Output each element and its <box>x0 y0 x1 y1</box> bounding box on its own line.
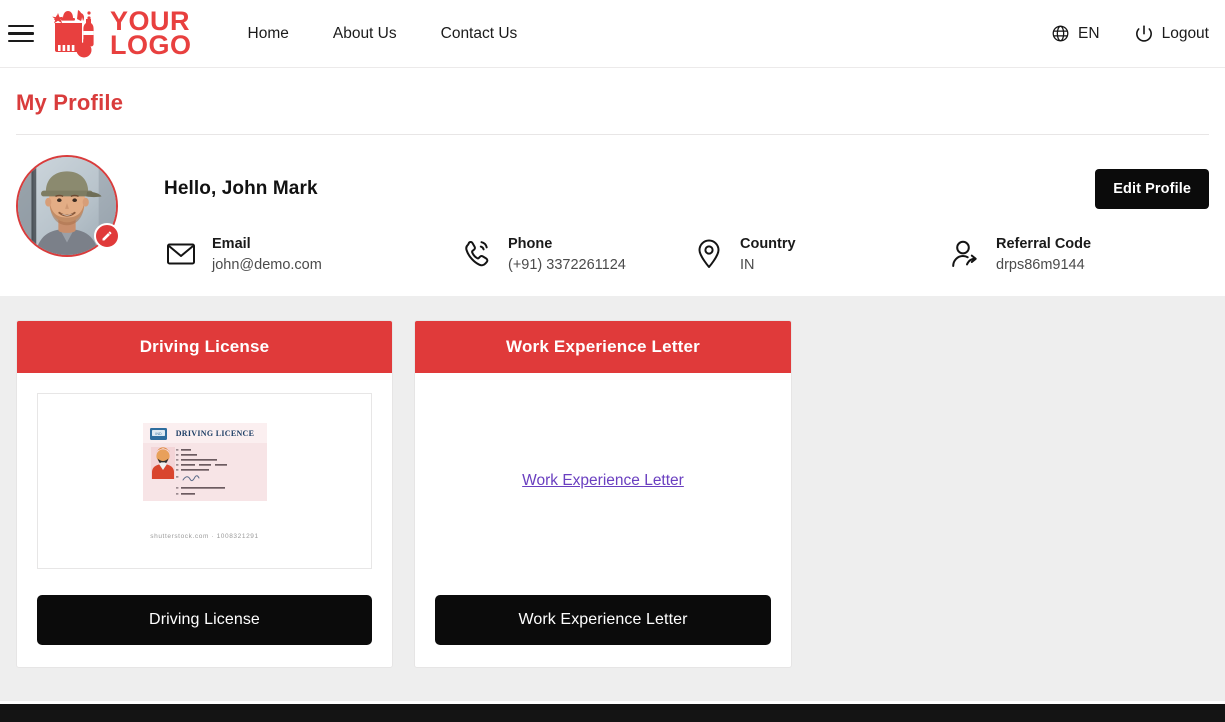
info-phone-value: (+91) 3372261124 <box>508 257 626 274</box>
header-actions: EN Logout <box>1051 24 1209 44</box>
info-email: Email john@demo.com <box>164 235 460 274</box>
nav-contact-us[interactable]: Contact Us <box>441 25 518 43</box>
user-share-icon <box>948 237 982 271</box>
work-experience-letter-button[interactable]: Work Experience Letter <box>435 595 771 646</box>
driving-license-card-title: Driving License <box>17 321 392 374</box>
info-referral-value: drps86m9144 <box>996 257 1085 274</box>
info-country-value: IN <box>740 257 755 274</box>
site-footer <box>0 704 1225 722</box>
logout-button[interactable]: Logout <box>1134 24 1209 44</box>
brand-line-2: LOGO <box>110 29 192 60</box>
info-country: Country IN <box>692 235 948 274</box>
svg-text:IND: IND <box>155 432 162 436</box>
brand-logo[interactable]: YOUR LOGO <box>44 7 192 61</box>
language-label: EN <box>1078 24 1100 42</box>
main-navigation: Home About Us Contact Us <box>248 25 518 43</box>
map-pin-icon <box>692 237 726 271</box>
edit-profile-button[interactable]: Edit Profile <box>1095 169 1209 209</box>
avatar-edit-button[interactable] <box>94 223 120 249</box>
info-referral-label: Referral Code <box>996 236 1092 252</box>
driving-license-preview[interactable]: IND DRIVING LICENCE shutterstock.com · 1… <box>37 393 372 570</box>
info-country-label: Country <box>740 236 796 252</box>
site-header: YOUR LOGO Home About Us Contact Us EN Lo… <box>0 0 1225 68</box>
work-experience-letter-preview: Work Experience Letter <box>435 393 771 569</box>
hamburger-menu-icon[interactable] <box>8 21 38 47</box>
grocery-bag-logo-icon <box>52 9 94 57</box>
hamburger-bar <box>8 24 34 28</box>
pencil-icon <box>102 231 112 241</box>
phone-ring-icon <box>460 237 494 271</box>
stock-photo-credit: shutterstock.com · 1008321291 <box>150 532 259 540</box>
avatar <box>16 155 120 257</box>
documents-section: Driving License IND DRIVING LICENCE shut… <box>0 296 1225 702</box>
greeting-text: Hello, John Mark <box>164 178 318 199</box>
driving-license-button[interactable]: Driving License <box>37 595 372 646</box>
page-title-section: My Profile <box>0 68 1225 135</box>
globe-icon <box>1052 25 1069 42</box>
hamburger-bar <box>8 32 34 35</box>
nav-home[interactable]: Home <box>248 25 289 43</box>
info-phone: Phone (+91) 3372261124 <box>460 235 692 274</box>
work-experience-letter-link[interactable]: Work Experience Letter <box>522 472 684 490</box>
svg-text:DRIVING LICENCE: DRIVING LICENCE <box>175 429 254 438</box>
power-icon <box>1135 24 1152 42</box>
envelope-icon <box>164 237 198 271</box>
nav-about-us[interactable]: About Us <box>333 25 397 43</box>
driving-license-image: IND DRIVING LICENCE <box>142 422 267 501</box>
info-phone-label: Phone <box>508 236 553 252</box>
logout-label: Logout <box>1161 24 1209 42</box>
work-experience-letter-card-title: Work Experience Letter <box>415 321 791 374</box>
document-card-work-experience-letter: Work Experience Letter Work Experience L… <box>414 320 792 669</box>
brand-wordmark: YOUR LOGO <box>110 7 192 60</box>
language-switcher[interactable]: EN <box>1051 24 1100 43</box>
page-title: My Profile <box>16 90 124 115</box>
info-email-value: john@demo.com <box>212 257 322 274</box>
info-email-label: Email <box>212 236 251 252</box>
info-referral-code: Referral Code drps86m9144 <box>948 235 1188 274</box>
profile-info-row: Email john@demo.com Phone (+91) 33722611… <box>164 235 1209 274</box>
hamburger-bar <box>8 39 34 43</box>
document-card-driving-license: Driving License IND DRIVING LICENCE shut… <box>16 320 393 669</box>
profile-panel: Hello, John Mark Edit Profile Email john… <box>0 135 1225 297</box>
